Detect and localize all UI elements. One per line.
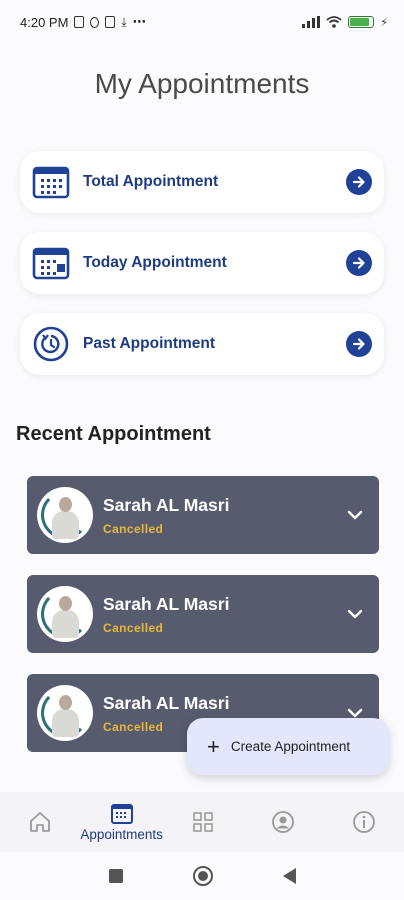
- appointments-icon: [110, 803, 133, 824]
- arrow-right-icon[interactable]: [346, 331, 372, 357]
- status-bar: 4:20 PM ⤓ ⋯ ⚡: [0, 0, 404, 44]
- doctor-avatar: [37, 487, 93, 543]
- screenshot-icon: [74, 16, 85, 28]
- past-appointment-card[interactable]: Past Appointment: [20, 313, 384, 375]
- doctor-name: Sarah AL Masri: [103, 593, 230, 614]
- status-badge: Cancelled: [103, 620, 164, 635]
- calendar-today-icon: [32, 244, 70, 282]
- home-icon: [30, 812, 51, 832]
- doctor-avatar: [37, 586, 93, 642]
- chevron-down-icon[interactable]: [343, 602, 367, 626]
- recent-appointment-item[interactable]: Sarah AL Masri Cancelled: [27, 575, 379, 653]
- create-appointment-label: Create Appointment: [230, 739, 351, 754]
- doctor-avatar: [37, 685, 93, 741]
- nav-profile[interactable]: [243, 792, 323, 852]
- grid-icon: [193, 812, 213, 832]
- system-nav: [0, 852, 404, 900]
- calendar-grid-icon: [32, 163, 70, 201]
- more-notifications-icon: ⋯: [132, 14, 147, 29]
- trash-icon: [105, 16, 116, 28]
- doctor-name: Sarah AL Masri: [103, 494, 230, 515]
- back-button[interactable]: [282, 868, 296, 884]
- chevron-down-icon[interactable]: [343, 503, 367, 527]
- status-time: 4:20 PM: [20, 14, 69, 30]
- arrow-right-icon[interactable]: [346, 250, 372, 276]
- total-appointment-card[interactable]: Total Appointment: [20, 151, 384, 213]
- wifi-icon: [326, 16, 342, 28]
- home-button[interactable]: [192, 866, 213, 886]
- recents-button[interactable]: [108, 869, 123, 883]
- create-appointment-button[interactable]: + Create Appointment: [187, 718, 389, 775]
- recent-appointment-item[interactable]: Sarah AL Masri Cancelled: [27, 476, 379, 554]
- total-appointment-label: Total Appointment: [83, 173, 219, 190]
- nav-appointments-label: Appointments: [80, 826, 163, 842]
- signal-icon: [302, 16, 321, 28]
- plus-icon: +: [207, 733, 220, 759]
- nav-services[interactable]: [163, 792, 243, 852]
- status-badge: Cancelled: [103, 521, 164, 536]
- shield-icon: [90, 16, 100, 28]
- download-icon: ⤓: [121, 14, 127, 29]
- nav-info[interactable]: [324, 792, 404, 852]
- bottom-nav: Appointments: [0, 792, 404, 852]
- recent-appointment-title: Recent Appointment: [16, 423, 211, 445]
- charging-icon: ⚡: [380, 16, 388, 29]
- status-right: ⚡: [302, 16, 388, 29]
- today-appointment-label: Today Appointment: [83, 254, 227, 271]
- history-icon: [32, 325, 70, 363]
- battery-icon: [348, 16, 375, 28]
- arrow-right-icon[interactable]: [346, 169, 372, 195]
- nav-home[interactable]: [0, 792, 80, 852]
- doctor-name: Sarah AL Masri: [103, 692, 230, 713]
- page-title: My Appointments: [94, 68, 310, 99]
- info-icon: [352, 811, 375, 833]
- status-left: 4:20 PM ⤓ ⋯: [20, 14, 147, 30]
- today-appointment-card[interactable]: Today Appointment: [20, 232, 384, 294]
- nav-appointments[interactable]: Appointments: [80, 792, 163, 852]
- profile-icon: [272, 811, 295, 833]
- past-appointment-label: Past Appointment: [83, 335, 216, 352]
